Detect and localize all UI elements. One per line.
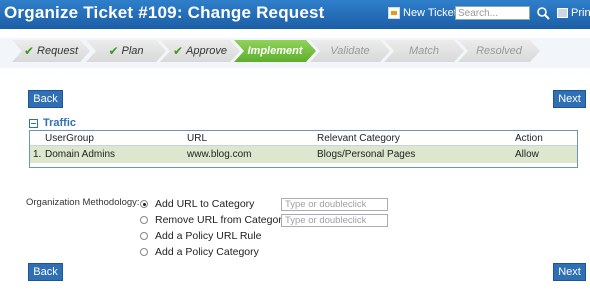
step-implement[interactable]: Implement [234, 40, 316, 62]
check-icon: ✔ [23, 44, 35, 58]
radio-label: Add a Policy Category [155, 246, 259, 258]
cell-url: www.blog.com [187, 149, 252, 160]
back-button-bottom[interactable]: Back [28, 263, 63, 281]
step-request[interactable]: ✔ Request [12, 40, 90, 62]
cell-action: Allow [515, 149, 539, 160]
traffic-table: UserGroup URL Relevant Category Action 1… [29, 130, 578, 168]
print-label: Print [571, 7, 590, 19]
row-index: 1. [33, 149, 42, 160]
step-approve[interactable]: ✔ Approve [160, 40, 240, 62]
title-bar: Organize Ticket #109: Change Request New… [0, 0, 590, 29]
radio-button-selected[interactable] [140, 200, 148, 208]
radio-button[interactable] [140, 248, 148, 256]
new-ticket-button[interactable]: New Ticket [388, 7, 457, 19]
step-label: Approve [186, 45, 228, 57]
check-icon: ✔ [172, 44, 184, 58]
minus-box-icon[interactable] [29, 118, 38, 128]
radio-remove-url-from-category[interactable]: Remove URL from Category [140, 214, 287, 226]
next-button-bottom[interactable]: Next [553, 263, 586, 281]
traffic-section-header[interactable]: Traffic [29, 117, 76, 129]
column-header: Relevant Category [317, 133, 400, 144]
step-validate[interactable]: Validate [310, 40, 390, 62]
category-input[interactable] [281, 198, 388, 211]
new-ticket-icon [388, 7, 400, 19]
column-header: UserGroup [45, 133, 94, 144]
column-header: Action [515, 133, 543, 144]
radio-add-policy-url-rule[interactable]: Add a Policy URL Rule [140, 230, 261, 242]
radio-button[interactable] [140, 232, 148, 240]
back-button[interactable]: Back [28, 90, 63, 108]
page-title: Organize Ticket #109: Change Request [4, 3, 325, 22]
table-header: UserGroup URL Relevant Category Action [30, 131, 577, 146]
methodology-label: Organization Methodology: [26, 197, 140, 208]
radio-button[interactable] [140, 216, 148, 224]
print-button[interactable]: Print [557, 7, 590, 19]
next-button[interactable]: Next [553, 90, 586, 108]
search-icon[interactable] [536, 6, 550, 20]
radio-label: Add URL to Category [155, 198, 255, 210]
remove-category-input[interactable] [281, 214, 388, 227]
cell-category: Blogs/Personal Pages [317, 149, 416, 160]
step-plan[interactable]: ✔ Plan [86, 40, 166, 62]
radio-add-url-to-category[interactable]: Add URL to Category [140, 198, 254, 210]
cell-usergroup: Domain Admins [45, 149, 116, 160]
radio-label: Add a Policy URL Rule [155, 230, 262, 242]
step-label: Request [37, 45, 79, 57]
workflow-steps: ✔ Request ✔ Plan ✔ Approve Implement Val… [0, 38, 590, 68]
step-label: Implement [247, 45, 303, 57]
radio-label: Remove URL from Category [155, 214, 288, 226]
step-label: Validate [330, 45, 370, 57]
radio-add-policy-category[interactable]: Add a Policy Category [140, 246, 259, 258]
step-label: Plan [121, 45, 144, 57]
column-header: URL [187, 133, 208, 144]
step-resolved[interactable]: Resolved [458, 40, 540, 62]
section-title: Traffic [43, 117, 77, 129]
step-label: Match [409, 45, 439, 57]
step-match[interactable]: Match [384, 40, 464, 62]
printer-icon [557, 8, 568, 18]
new-ticket-label: New Ticket [403, 7, 457, 19]
table-row[interactable]: 1. Domain Admins www.blog.com Blogs/Pers… [30, 146, 577, 163]
search-input[interactable] [455, 6, 530, 20]
step-label: Resolved [476, 45, 522, 57]
check-icon: ✔ [108, 44, 119, 58]
